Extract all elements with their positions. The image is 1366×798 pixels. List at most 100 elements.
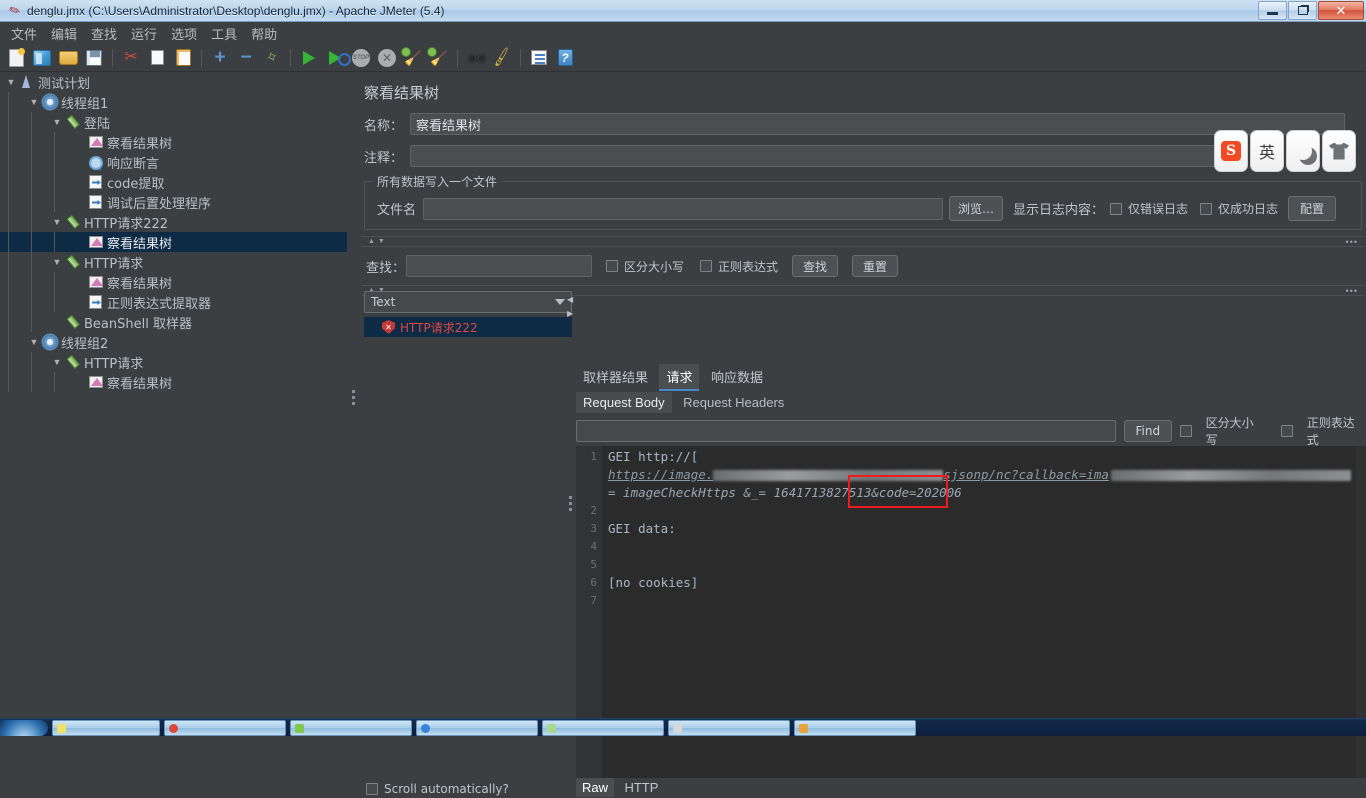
new-document-icon[interactable] [4,46,28,70]
chevron-down-icon[interactable]: ▼ [50,352,64,372]
tab-http[interactable]: HTTP [618,778,664,797]
find-case-sensitive-checkbox[interactable] [1179,425,1192,437]
sogou-logo-icon[interactable]: S [1214,130,1248,172]
menu-edit[interactable]: 编辑 [44,22,84,45]
function-helper-icon[interactable] [527,46,551,70]
tree-node[interactable]: ▼ 测试计划 [0,72,347,92]
renderer-select[interactable]: Text [364,291,572,313]
tree-node[interactable]: 察看结果树 [0,132,347,152]
taskbar-item[interactable] [416,720,538,736]
taskbar-item[interactable] [542,720,664,736]
templates-icon[interactable] [30,46,54,70]
menu-tools[interactable]: 工具 [204,22,244,45]
tree-node[interactable]: 察看结果树 [0,232,347,252]
taskbar-item[interactable] [164,720,286,736]
expand-icon[interactable]: + [208,46,232,70]
tab-response-data[interactable]: 响应数据 [704,364,770,389]
collapse-dots-bottom[interactable]: ••• [1346,286,1358,296]
search-case-sensitive-checkbox[interactable] [606,260,618,272]
search-input[interactable] [406,255,592,277]
tree-node[interactable]: 察看结果树 [0,272,347,292]
test-plan-tree[interactable]: ▼ 测试计划 ▼ 线程组1 ▼ 登陆 察看结果树 响应断言 code提取 调试后置处理程序 ▼ HTT… [0,72,347,718]
help-icon[interactable]: ? [553,46,577,70]
results-detail-splitter[interactable]: ◀ ▶ [566,291,576,711]
moon-mode-icon[interactable] [1286,130,1320,172]
sample-result-list[interactable]: ✕ HTTP请求222 [364,317,572,709]
taskbar-item[interactable] [290,720,412,736]
menu-run[interactable]: 运行 [124,22,164,45]
save-icon[interactable] [82,46,106,70]
skin-mode-icon[interactable] [1322,130,1356,172]
find-button[interactable]: Find [1124,420,1172,442]
menu-help[interactable]: 帮助 [244,22,284,45]
tree-node[interactable]: ▼ HTTP请求222 [0,212,347,232]
tree-node[interactable]: BeanShell 取样器 [0,312,347,332]
chevron-down-icon[interactable]: ▼ [27,92,41,112]
collapse-right-arrow-icon[interactable]: ▶ [567,309,573,318]
chevron-down-icon[interactable]: ▼ [50,252,64,272]
browse-button[interactable]: 浏览… [949,196,1003,221]
successes-only-checkbox[interactable] [1200,202,1213,215]
tree-node[interactable]: ▼ 线程组1 [0,92,347,112]
tab-sampler-result[interactable]: 取样器结果 [576,364,655,389]
search-button[interactable]: 查找 [792,255,839,277]
search-regexp-checkbox[interactable] [700,260,713,272]
tree-node[interactable]: 调试后置处理程序 [0,192,347,212]
menu-file[interactable]: 文件 [4,22,44,45]
paste-icon[interactable] [171,46,195,70]
menu-search[interactable]: 查找 [84,22,124,45]
clear-all-icon[interactable]: 🧹 [427,46,451,70]
close-button[interactable]: ✕ [1318,1,1364,20]
find-regexp-checkbox[interactable] [1280,425,1293,437]
list-item[interactable]: ✕ HTTP请求222 [364,317,572,337]
collapse-bar-top[interactable]: ▲▼ ••• [362,236,1364,247]
start-no-pauses-icon[interactable] [323,46,351,70]
minimize-button[interactable] [1258,1,1287,20]
tree-node[interactable]: 正则表达式提取器 [0,292,347,312]
clear-icon[interactable]: 🧹 [401,46,425,70]
tree-node[interactable]: ▼ HTTP请求 [0,252,347,272]
stop-icon[interactable]: STOP [349,46,373,70]
tree-node[interactable]: 察看结果树 [0,372,347,392]
collapse-dots-top[interactable]: ••• [1346,237,1358,247]
reset-search-icon[interactable]: 🖌 [490,46,514,70]
scroll-automatically-checkbox[interactable] [366,783,378,795]
tree-node[interactable]: ▼ HTTP请求 [0,352,347,372]
tab-request-body[interactable]: Request Body [576,392,672,413]
search-icon[interactable]: ◉◉ [464,46,488,70]
open-folder-icon[interactable] [56,46,80,70]
english-mode-button[interactable]: 英 [1250,130,1284,172]
tree-panel-splitter[interactable] [347,72,360,718]
comment-input[interactable] [410,145,1218,167]
tree-node[interactable]: code提取 [0,172,347,192]
reset-button[interactable]: 重置 [852,255,899,277]
taskbar-item[interactable] [52,720,160,736]
chevron-down-icon[interactable]: ▼ [50,112,64,132]
cut-icon[interactable]: ✂ [119,46,143,70]
start-button[interactable] [0,720,48,736]
taskbar-item[interactable] [794,720,916,736]
collapse-left-arrow-icon[interactable]: ◀ [567,295,573,304]
splitter-grip[interactable] [569,496,572,511]
chevron-down-icon[interactable]: ▼ [4,72,18,92]
chevron-down-icon[interactable]: ▼ [27,332,41,352]
tab-raw[interactable]: Raw [576,778,615,797]
tab-request-headers[interactable]: Request Headers [676,392,791,413]
filename-input[interactable] [423,197,943,220]
shutdown-icon[interactable]: ✕ [375,46,399,70]
tab-request[interactable]: 请求 [659,364,700,391]
start-icon[interactable] [297,46,321,70]
tree-node[interactable]: ▼ 线程组2 [0,332,347,352]
name-input[interactable]: 察看结果树 [410,113,1345,135]
tree-node[interactable]: ▼ 登陆 [0,112,347,132]
configure-button[interactable]: 配置 [1288,196,1337,221]
taskbar-item[interactable] [668,720,790,736]
copy-icon[interactable] [145,46,169,70]
chevron-down-icon[interactable]: ▼ [50,212,64,232]
toggle-icon[interactable]: ✧ [260,46,284,70]
tree-node[interactable]: 响应断言 [0,152,347,172]
errors-only-checkbox[interactable] [1110,202,1123,215]
maximize-button[interactable] [1288,1,1317,20]
collapse-arrows-top[interactable]: ▲▼ [368,238,388,245]
menu-options[interactable]: 选项 [164,22,204,45]
